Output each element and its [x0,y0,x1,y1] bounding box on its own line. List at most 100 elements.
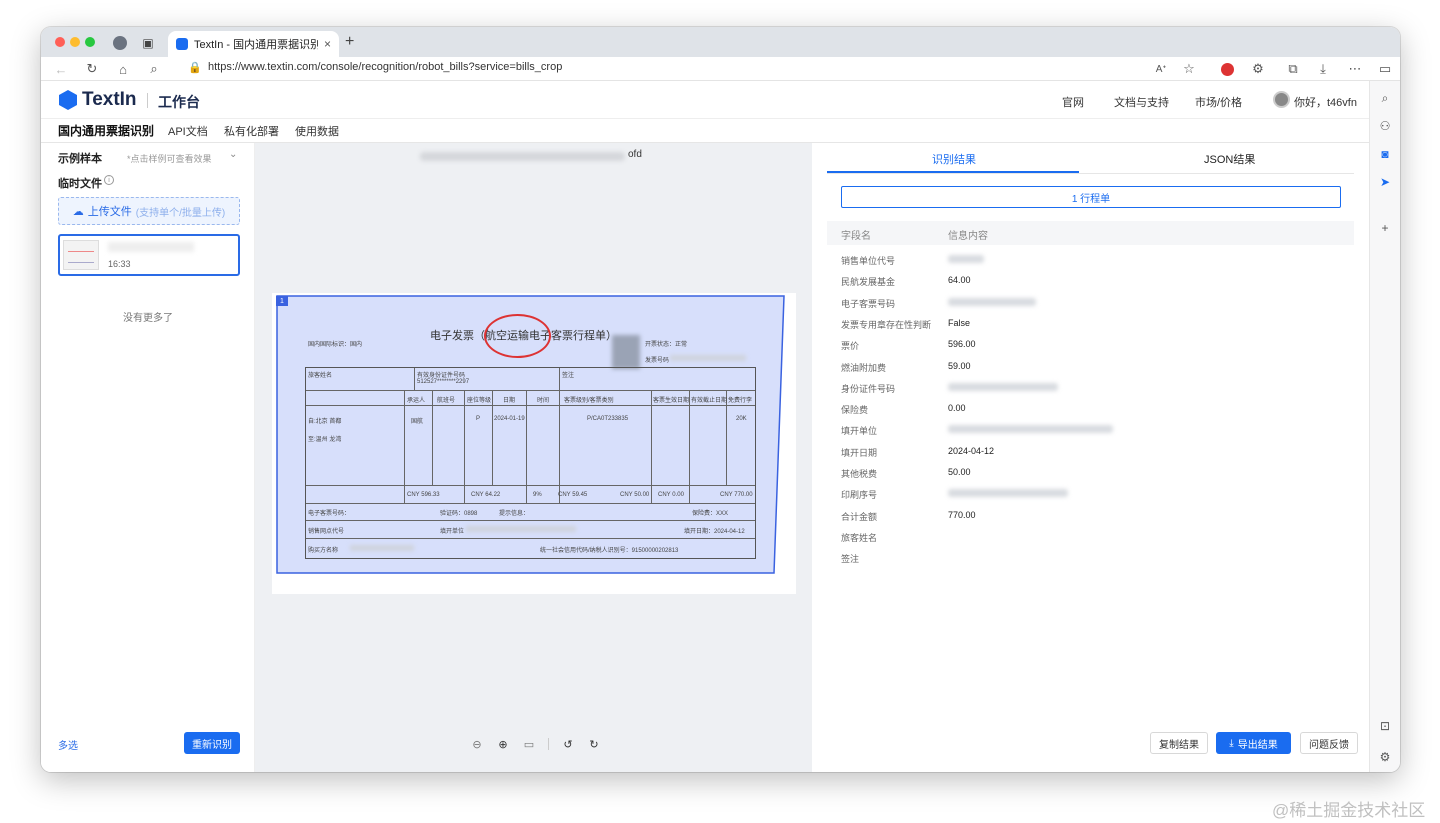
info-icon[interactable]: i [104,175,114,185]
field-row: 电子客票号码 [827,292,1354,313]
back-icon[interactable]: ← [52,60,70,78]
official-stamp [484,314,551,358]
url-field[interactable]: https://www.textin.com/console/recogniti… [208,61,562,73]
close-window-button[interactable] [55,37,65,47]
other-tax-value: CNY 0.00 [658,492,684,498]
adblock-icon[interactable] [1218,60,1236,78]
field-value[interactable]: 50.00 [948,467,971,477]
field-label: 填开日期 [841,447,878,458]
send-icon[interactable]: ➤ [1377,174,1393,190]
check-code: 验证码：0898 [440,511,478,517]
collections-icon[interactable]: ⧉ [1284,60,1302,78]
subnav-usage-data[interactable]: 使用数据 [295,123,339,139]
field-value[interactable]: 0.00 [948,403,966,413]
export-result-label: 导出结果 [1237,739,1278,751]
ticket-no-label: 电子客票号码： [308,511,351,517]
reload-icon[interactable]: ↻ [83,60,101,78]
examples-title[interactable]: 示例样本 [58,150,102,166]
tab-bar: ▣ TextIn - 国内通用票据识别 × + [41,27,1400,57]
search-icon[interactable]: ⌕ [145,60,163,78]
sidebar-panel-icon[interactable]: ▭ [1376,60,1394,78]
textin-logo-icon[interactable] [59,90,77,110]
fuel-value: CNY 64.22 [471,492,501,498]
maximize-window-button[interactable] [85,37,95,47]
file-card[interactable]: 16:33 [58,234,240,276]
nav-docs-support[interactable]: 文档与支持 [1114,94,1169,110]
people-icon[interactable]: ⚇ [1377,118,1393,134]
examples-hint: *点击样例可查看效果 [127,154,212,164]
chevron-down-icon[interactable]: ⌄ [229,149,237,160]
export-result-button[interactable]: ⤓ 导出结果 [1216,732,1291,754]
browser-window: ▣ TextIn - 国内通用票据识别 × + ← ↻ ⌂ ⌕ 🔒 https:… [41,27,1400,772]
issue-date: 填开日期：2024-04-12 [684,529,745,535]
add-icon[interactable]: + [1377,220,1393,236]
more-menu-icon[interactable]: ⋯ [1346,60,1364,78]
profile-icon[interactable] [112,35,128,51]
gear-icon[interactable]: ⚙ [1377,749,1393,765]
favorite-star-icon[interactable]: ☆ [1180,60,1198,78]
field-value[interactable]: 596.00 [948,339,976,349]
tab-recognition-result[interactable]: 识别结果 [932,151,976,167]
copy-result-button[interactable]: 复制结果 [1150,732,1208,754]
route-from: 自:北京 首都 [308,419,342,425]
field-row: 印刷序号 [827,483,1354,504]
field-row: 签注 [827,547,1354,568]
re-recognize-button[interactable]: 重新识别 [184,732,240,754]
field-row: 填开日期 2024-04-12 [827,441,1354,462]
tab-json-result[interactable]: JSON结果 [1204,151,1255,167]
avatar[interactable] [1273,91,1290,108]
fit-icon[interactable]: ▭ [522,737,536,751]
user-greeting[interactable]: 你好，t46vfn [1294,94,1357,110]
zoom-in-icon[interactable]: ⊕ [496,737,510,751]
home-icon[interactable]: ⌂ [114,60,132,78]
feedback-button[interactable]: 问题反馈 [1300,732,1358,754]
nav-official-site[interactable]: 官网 [1062,94,1084,110]
zoom-out-icon[interactable]: ⊖ [470,737,484,751]
downloads-icon[interactable]: ⤓ [1314,60,1332,78]
nav-market-pricing[interactable]: 市场/价格 [1195,94,1242,110]
screenshot-icon[interactable]: ⊡ [1377,718,1393,734]
subnav-private-deploy[interactable]: 私有化部署 [224,123,279,139]
search-icon[interactable]: ⌕ [1377,90,1393,106]
field-label: 旅客姓名 [841,532,878,543]
browser-tab[interactable]: TextIn - 国内通用票据识别 × [168,31,339,57]
multi-select-link[interactable]: 多选 [58,737,78,752]
passenger-label: 旅客姓名 [308,373,333,379]
route-to: 至:温州 龙湾 [308,437,342,443]
field-value[interactable]: False [948,318,970,328]
field-value[interactable]: 770.00 [948,510,976,520]
field-row: 合计金额 770.00 [827,505,1354,526]
lock-icon[interactable]: 🔒 [188,61,202,74]
extensions-icon[interactable]: ⚙ [1249,60,1267,78]
subnav-api-docs[interactable]: API文档 [168,123,208,139]
rotate-left-icon[interactable]: ↺ [561,737,575,751]
sidebar-toggle-icon[interactable]: ▣ [140,35,156,51]
result-item-selector[interactable]: 1 行程单 [841,186,1341,208]
field-value-redacted [948,297,1036,306]
field-label: 销售单位代号 [841,256,896,266]
field-value[interactable]: 64.00 [948,275,971,285]
field-row: 票价 596.00 [827,334,1354,355]
field-value[interactable]: 59.00 [948,361,971,371]
read-aloud-icon[interactable]: Aᐩ [1152,60,1170,78]
field-label: 身份证件号码 [841,383,896,394]
insurance-label: 保险费：XXX [692,511,729,517]
page: TextIn 工作台 官网 文档与支持 市场/价格 你好，t46vfn 国内通用… [41,81,1369,772]
col-baggage: 免费行李 [728,398,753,404]
logo-text[interactable]: TextIn [82,89,137,111]
field-value-redacted [948,489,1068,498]
document-viewer: ofd 1 电子发票（航空运输电子客票行程单） 国内国际标识：国内 开票状态：正… [255,143,812,772]
workspace-title[interactable]: 工作台 [158,92,200,112]
fare-value: CNY 596.33 [407,492,440,498]
rotate-right-icon[interactable]: ↻ [587,737,601,751]
doc-name-suffix: ofd [628,149,642,160]
field-value[interactable]: 2024-04-12 [948,446,994,456]
new-tab-icon[interactable]: + [345,33,354,51]
vat-value: CNY 59.45 [558,492,588,498]
outlook-icon[interactable]: ◙ [1377,146,1393,162]
close-tab-icon[interactable]: × [324,37,331,51]
subnav-bills-recognition[interactable]: 国内通用票据识别 [58,122,154,139]
download-icon: ⤓ [1229,737,1234,749]
minimize-window-button[interactable] [70,37,80,47]
upload-button[interactable]: ☁ 上传文件 (支持单个/批量上传) [58,197,240,225]
